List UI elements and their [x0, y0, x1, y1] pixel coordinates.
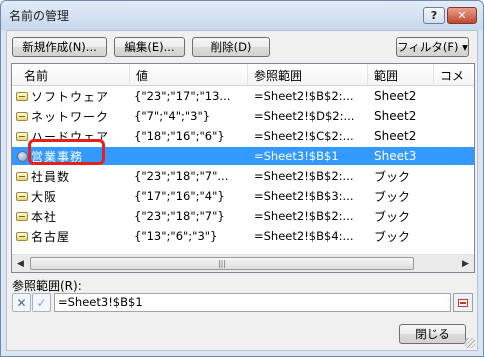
- column-header-name[interactable]: 名前: [12, 64, 130, 86]
- reference-input[interactable]: =Sheet3!$B$1: [54, 293, 451, 312]
- scrollbar-thumb[interactable]: |||: [30, 257, 414, 270]
- list-item-scope: Sheet2: [374, 89, 417, 103]
- list-item[interactable]: 名古屋 {"13";"6";"3"} =Sheet2!$B$4:... ブック: [12, 227, 474, 245]
- list-item[interactable]: ソフトウェア {"23";"17";"13... =Sheet2!$B$2:... S…: [12, 87, 474, 105]
- filter-button[interactable]: フィルタ(F) ▾: [396, 37, 469, 57]
- list-item-scope: Sheet2: [374, 129, 417, 143]
- delete-button[interactable]: 削除(D): [192, 37, 270, 57]
- reference-row: ✕ ✓ =Sheet3!$B$1: [12, 293, 474, 313]
- horizontal-scrollbar[interactable]: ◀ ||| ▶: [12, 254, 474, 272]
- dialog-body: 新規作成(N)... 編集(E)... 削除(D) フィルタ(F) ▾ 名前 値…: [6, 30, 478, 351]
- list-item-value: {"23";"18";"7"...: [134, 169, 229, 183]
- list-item-ref: =Sheet3!$B$1: [254, 149, 339, 163]
- list-item-value: {"13";"6";"3"}: [134, 229, 218, 243]
- list-item[interactable]: 社員数 {"23";"18";"7"... =Sheet2!$B$2:... ブック: [12, 167, 474, 185]
- list-item-scope: Sheet2: [374, 109, 417, 123]
- name-icon: [15, 207, 29, 225]
- list-item-ref: =Sheet2!$D$2:...: [254, 109, 355, 123]
- scroll-left-icon[interactable]: ◀: [12, 255, 29, 272]
- column-header-ref[interactable]: 参照範囲: [248, 64, 368, 86]
- name-icon: [15, 187, 29, 205]
- list-item-name: ソフトウェア: [31, 89, 110, 104]
- name-icon: [15, 227, 29, 245]
- list-item-name: 大阪: [31, 189, 58, 204]
- name-icon: [15, 127, 29, 145]
- edit-button[interactable]: 編集(E)...: [114, 37, 185, 57]
- column-header-scope[interactable]: 範囲: [368, 64, 434, 86]
- list-item-name: 営業事務: [31, 149, 84, 164]
- close-button[interactable]: 閉じる: [399, 324, 466, 344]
- list-header: 名前 値 参照範囲 範囲 コメ: [12, 64, 474, 86]
- name-manager-dialog: 名前の管理 ? ✕ 新規作成(N)... 編集(E)... 削除(D) フィルタ…: [0, 0, 484, 357]
- list-item-scope: ブック: [374, 229, 411, 244]
- resize-grip-icon[interactable]: [465, 338, 475, 348]
- list-item-scope: ブック: [374, 189, 411, 204]
- list-item-value: [134, 147, 244, 165]
- dialog-title: 名前の管理: [9, 9, 70, 23]
- list-item-scope: ブック: [374, 169, 411, 184]
- name-icon: [15, 107, 29, 125]
- list-item-scope: Sheet3: [374, 149, 417, 163]
- list-item[interactable]: 営業事務 =Sheet3!$B$1 Sheet3: [12, 147, 474, 165]
- title-bar[interactable]: 名前の管理 ? ✕: [1, 1, 483, 30]
- list-item-value: {"18";"16";"6"}: [134, 129, 225, 143]
- column-header-comment[interactable]: コメ: [434, 64, 474, 86]
- list-item[interactable]: 本社 {"23";"18";"7"} =Sheet2!$B$2:... ブック: [12, 207, 474, 225]
- scope-icon: [15, 147, 29, 165]
- list-item-scope: ブック: [374, 209, 411, 224]
- names-list[interactable]: 名前 値 参照範囲 範囲 コメ ソフトウェア {"23";"17";"13... =…: [11, 63, 475, 273]
- column-header-value[interactable]: 値: [130, 64, 248, 86]
- list-item-name: ネットワーク: [31, 109, 110, 124]
- list-item-ref: =Sheet2!$C$2:...: [254, 129, 354, 143]
- name-icon: [15, 167, 29, 185]
- list-item-value: {"23";"17";"13...: [134, 89, 231, 103]
- help-button[interactable]: ?: [423, 7, 445, 24]
- list-item[interactable]: 大阪 {"17";"16";"4"} =Sheet2!$B$3:... ブック: [12, 187, 474, 205]
- list-item-name: 名古屋: [31, 229, 71, 244]
- list-item[interactable]: ハードウェア {"18";"16";"6"} =Sheet2!$C$2:... She…: [12, 127, 474, 145]
- list-item-ref: =Sheet2!$B$2:...: [254, 89, 354, 103]
- collapse-dialog-icon[interactable]: [453, 293, 473, 312]
- list-item-value: {"7";"4";"3"}: [134, 109, 211, 123]
- list-item-value: {"17";"16";"4"}: [134, 189, 225, 203]
- list-item-ref: =Sheet2!$B$4:...: [254, 229, 354, 243]
- confirm-edit-icon[interactable]: ✓: [32, 293, 51, 312]
- list-item-name: 社員数: [31, 169, 71, 184]
- list-item-value: {"23";"18";"7"}: [134, 209, 225, 223]
- list-item[interactable]: ネットワーク {"7";"4";"3"} =Sheet2!$D$2:... Sheet…: [12, 107, 474, 125]
- name-icon: [15, 87, 29, 105]
- list-item-ref: =Sheet2!$B$2:...: [254, 209, 354, 223]
- window-close-button[interactable]: ✕: [447, 7, 477, 24]
- new-button[interactable]: 新規作成(N)...: [12, 37, 107, 57]
- list-item-name: ハードウェア: [31, 129, 110, 144]
- list-item-name: 本社: [31, 209, 58, 224]
- scroll-right-icon[interactable]: ▶: [457, 255, 474, 272]
- cancel-edit-icon[interactable]: ✕: [12, 293, 31, 312]
- reference-label: 参照範囲(R):: [12, 279, 82, 293]
- list-item-ref: =Sheet2!$B$3:...: [254, 189, 354, 203]
- list-item-ref: =Sheet2!$B$2:...: [254, 169, 354, 183]
